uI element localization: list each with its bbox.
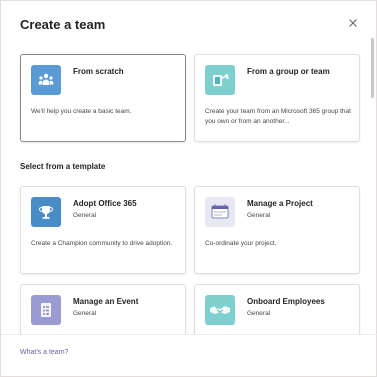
template-card-adopt-office[interactable]: Adopt Office 365 General Create a Champi… [20,186,186,274]
template-card-onboard-employees[interactable]: Onboard Employees General [194,284,360,334]
template-card-manage-project[interactable]: Manage a Project General Co-ordinate you… [194,186,360,274]
scroll-thumb[interactable] [371,38,374,98]
checklist-icon [31,295,61,325]
template-section-label: Select from a template [20,162,106,171]
card-title: From a group or team [247,67,330,76]
card-title: Manage a Project [247,199,313,208]
create-team-dialog: Create a team From scratch We'll help yo… [0,0,377,377]
calendar-board-icon [205,197,235,227]
scrollbar[interactable] [371,38,374,336]
card-category: General [247,310,271,317]
card-category: General [73,310,97,317]
card-description: Co-ordinate your project. [205,240,277,247]
card-description: Create a Champion community to drive ado… [31,240,173,247]
card-description: We'll help you create a basic team. [31,108,132,115]
whats-a-team-link[interactable]: What's a team? [20,349,68,356]
group-arrow-icon [205,65,235,95]
footer-divider [1,334,377,335]
trophy-icon [31,197,61,227]
card-description: Create your team from an Microsoft 365 g… [205,108,351,125]
handshake-icon [205,295,235,325]
dialog-content: From scratch We'll help you create a bas… [1,1,377,334]
card-category: General [73,212,97,219]
card-title: From scratch [73,67,124,76]
template-card-manage-event[interactable]: Manage an Event General [20,284,186,334]
teams-people-icon [31,65,61,95]
card-title: Adopt Office 365 [73,199,137,208]
from-group-card[interactable]: From a group or team Create your team fr… [194,54,360,142]
card-title: Manage an Event [73,297,139,306]
card-title: Onboard Employees [247,297,325,306]
card-category: General [247,212,271,219]
from-scratch-card[interactable]: From scratch We'll help you create a bas… [20,54,186,142]
